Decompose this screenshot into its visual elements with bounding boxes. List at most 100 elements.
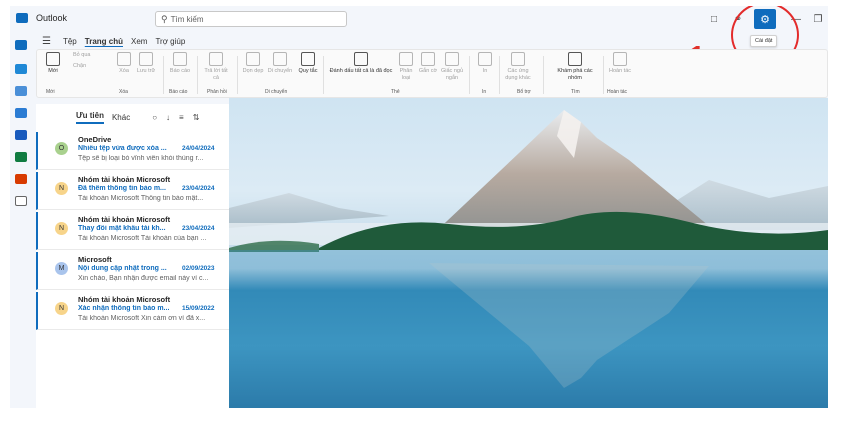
report-label: Báo cáo xyxy=(169,68,191,74)
sweep-button[interactable]: Dọn dẹp xyxy=(242,52,264,75)
message-date: 23/04/2024 xyxy=(182,225,215,232)
todo-icon[interactable] xyxy=(15,108,27,118)
ribbon: Mới Bỏ qua Chặn Xóa Lưu trữ Báo cáo Trả … xyxy=(36,49,828,98)
message-item[interactable]: N Nhóm tài khoản Microsoft Xác nhận thôn… xyxy=(36,292,229,330)
message-preview: Tài khoản Microsoft Thông tin bảo mật... xyxy=(78,195,204,202)
new-label: Mới xyxy=(48,68,58,74)
mail-icon[interactable] xyxy=(15,40,27,50)
move-icon xyxy=(273,52,287,66)
flag-button[interactable]: Gắn cờ xyxy=(417,52,439,75)
tab-help[interactable]: Trợ giúp xyxy=(155,37,185,46)
mark-all-read-label: Đánh dấu tất cả là đã đọc xyxy=(329,68,393,74)
search-placeholder: Tìm kiếm xyxy=(170,14,204,24)
new-mail-button[interactable]: Mới xyxy=(43,52,63,75)
archive-button[interactable]: Lưu trữ xyxy=(135,52,157,75)
reply-all-button[interactable]: Trả lời tất cả xyxy=(201,52,231,81)
discover-groups-button[interactable]: Khám phá các nhóm xyxy=(553,52,597,81)
group-move-label: Di chuyển xyxy=(265,89,288,95)
select-icon[interactable]: ○ xyxy=(152,113,157,122)
delete-button[interactable]: Xóa xyxy=(114,52,134,75)
delete-label: Xóa xyxy=(119,68,129,74)
sweep-icon xyxy=(246,52,260,66)
message-item[interactable]: N Nhóm tài khoản Microsoft Thay đổi mật … xyxy=(36,212,229,250)
ribbon-divider xyxy=(469,56,470,94)
message-item[interactable]: M Microsoft Nội dung cập nhật trong ... … xyxy=(36,252,229,290)
message-preview: Tài khoản Microsoft Tài khoản của bạn ..… xyxy=(78,235,207,242)
trash-icon xyxy=(117,52,131,66)
mark-all-read-button[interactable]: Đánh dấu tất cả là đã đọc xyxy=(327,52,395,75)
message-item[interactable]: O OneDrive Nhiều tệp vừa được xóa ... 24… xyxy=(36,132,229,170)
reading-pane xyxy=(229,98,828,408)
reply-all-label: Trả lời tất cả xyxy=(204,68,228,81)
sort-icon[interactable]: ⇅ xyxy=(193,113,200,122)
group-tags-label: Thẻ xyxy=(391,89,400,95)
undo-button[interactable]: Hoàn tác xyxy=(607,52,633,75)
meet-now-button[interactable]: □ xyxy=(704,11,724,27)
ribbon-divider xyxy=(499,56,500,94)
message-item[interactable]: N Nhóm tài khoản Microsoft Đã thêm thông… xyxy=(36,172,229,210)
restore-icon: ❐ xyxy=(813,13,823,25)
apps-button[interactable]: Các ứng dụng khác xyxy=(503,52,533,81)
group-respond-label: Phản hồi xyxy=(207,89,227,95)
people-icon[interactable] xyxy=(15,86,27,96)
clock-icon xyxy=(445,52,459,66)
archive-label: Lưu trữ xyxy=(136,68,156,74)
tab-other[interactable]: Khác xyxy=(112,113,130,122)
snooze-button[interactable]: Giấc ngủ ngắn xyxy=(439,52,465,81)
printer-icon xyxy=(478,52,492,66)
avatar: N xyxy=(55,182,68,195)
calendar-icon[interactable] xyxy=(15,64,27,74)
move-label: Di chuyển xyxy=(267,68,293,74)
ignore-button[interactable]: Bỏ qua Chặn xyxy=(73,52,103,69)
ribbon-divider xyxy=(237,56,238,94)
envelope-open-icon xyxy=(354,52,368,66)
ribbon-divider xyxy=(197,56,198,94)
group-addins-label: Bổ trợ xyxy=(517,89,531,95)
app-rail xyxy=(10,32,32,408)
undo-label: Hoàn tác xyxy=(608,68,631,74)
classify-button[interactable]: Phân loại xyxy=(395,52,417,81)
apps-grid-icon xyxy=(511,52,525,66)
message-sender: Nhóm tài khoản Microsoft xyxy=(78,175,171,184)
discover-groups-label: Khám phá các nhóm xyxy=(557,68,593,81)
message-subject: Nội dung cập nhật trong ... xyxy=(78,265,167,272)
message-subject: Nhiều tệp vừa được xóa ... xyxy=(78,145,167,152)
avatar: O xyxy=(55,142,68,155)
apps-icon[interactable] xyxy=(15,196,27,206)
avatar: N xyxy=(55,302,68,315)
group-find-label: Tìm xyxy=(571,89,580,95)
tab-view[interactable]: Xem xyxy=(131,37,147,46)
flag-icon xyxy=(421,52,435,66)
rules-icon xyxy=(301,52,315,66)
word-icon[interactable] xyxy=(15,130,27,140)
rules-button[interactable]: Quy tắc xyxy=(297,52,319,75)
message-sender: OneDrive xyxy=(78,135,112,144)
jump-down-icon[interactable]: ↓ xyxy=(166,113,170,122)
message-preview: Xin chào, Bạn nhận được email này vì c..… xyxy=(78,275,209,282)
office-icon[interactable] xyxy=(15,174,27,184)
tab-home[interactable]: Trang chủ xyxy=(85,37,123,46)
message-sender: Microsoft xyxy=(78,255,112,264)
report-button[interactable]: Báo cáo xyxy=(169,52,191,75)
message-sender: Nhóm tài khoản Microsoft xyxy=(78,295,171,304)
meet-now-icon: □ xyxy=(710,13,718,25)
move-button[interactable]: Di chuyển xyxy=(265,52,295,75)
flag-label: Gắn cờ xyxy=(418,68,438,74)
outlook-window: Outlook ⚲ Tìm kiếm □ ⚭ ⚙ — ❐ Cài đặt 1 ☰… xyxy=(10,6,828,408)
menu-icon[interactable]: ☰ xyxy=(42,36,51,47)
tab-focused[interactable]: Ưu tiên xyxy=(76,111,104,124)
search-input[interactable]: ⚲ Tìm kiếm xyxy=(155,11,347,27)
rules-label: Quy tắc xyxy=(298,68,318,74)
group-print-label: In xyxy=(482,89,487,95)
message-list-header: Ưu tiên Khác ○ ↓ ≡ ⇅ xyxy=(36,104,229,130)
filter-icon[interactable]: ≡ xyxy=(179,113,184,122)
message-list: Ưu tiên Khác ○ ↓ ≡ ⇅ O OneDrive Nhiều tệ… xyxy=(36,104,229,408)
compose-icon xyxy=(46,52,60,66)
excel-icon[interactable] xyxy=(15,152,27,162)
apps-label: Các ứng dụng khác xyxy=(505,68,531,81)
groups-icon xyxy=(568,52,582,66)
tab-file[interactable]: Tệp xyxy=(63,37,77,46)
sweep-label: Dọn dẹp xyxy=(242,68,264,74)
print-button[interactable]: In xyxy=(475,52,495,75)
restore-button[interactable]: ❐ xyxy=(808,11,828,27)
